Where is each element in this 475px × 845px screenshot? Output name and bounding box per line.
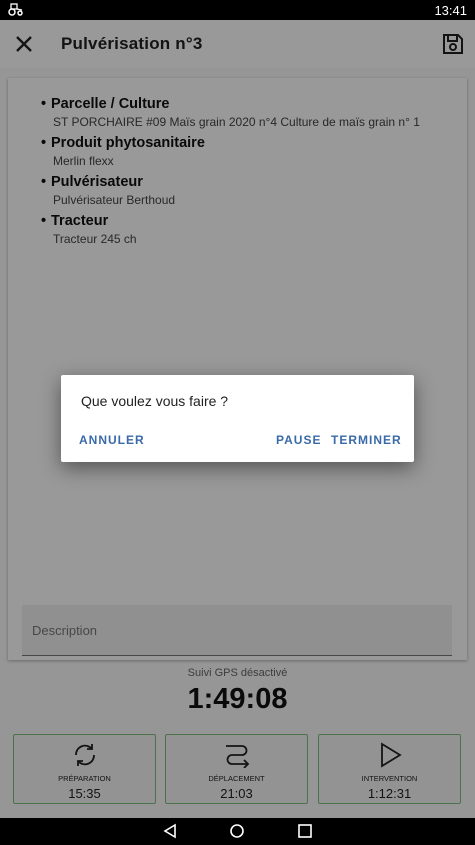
pause-button[interactable]: PAUSE [276, 433, 321, 447]
cancel-button[interactable]: ANNULER [79, 433, 145, 447]
tractor-icon [8, 2, 24, 19]
status-time: 13:41 [434, 3, 467, 18]
status-bar: 13:41 [0, 0, 475, 20]
back-icon[interactable] [162, 823, 178, 839]
home-icon[interactable] [229, 823, 245, 839]
dialog-message: Que voulez vous faire ? [81, 393, 229, 409]
navigation-bar [0, 818, 475, 845]
action-dialog: Que voulez vous faire ? ANNULER PAUSE TE… [61, 375, 414, 462]
recent-apps-icon[interactable] [297, 823, 313, 839]
finish-button[interactable]: TERMINER [331, 433, 402, 447]
